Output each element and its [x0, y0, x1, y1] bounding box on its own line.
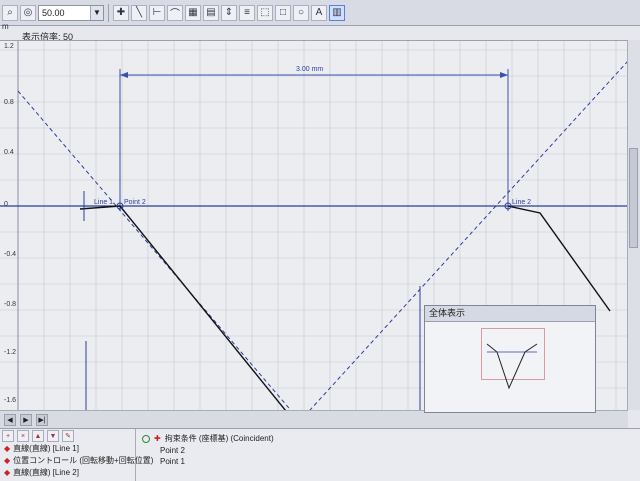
properties-header-label: 拘束条件 (座標基) (Coincident) [164, 434, 274, 443]
point2-label: Point 2 [124, 199, 146, 206]
constraint-icon: ✚ [154, 434, 161, 443]
arc-icon[interactable]: ⌒ [167, 4, 183, 21]
profile-segment-left[interactable] [79, 205, 290, 411]
vertical-scrollbar-thumb[interactable] [629, 148, 638, 248]
search-icon[interactable]: ⌕ [2, 4, 18, 21]
edit-icon[interactable]: ✎ [62, 430, 74, 442]
status-circle-icon [142, 435, 150, 443]
main-toolbar: ⌕ ◎ 50.00 ▼ ✚ ╲ ⊢ ⌒ ▦ ▤ ⇕ ≡ ⬚ □ ○ A ▥ [0, 0, 640, 26]
property-line: Point 2 [160, 446, 185, 455]
move-up-icon[interactable]: ▲ [32, 430, 44, 442]
bottom-panel: + × ▲ ▼ ✎ ◆ 直線(直線) [Line 1] ◆ 位置コントロール (… [0, 428, 640, 481]
cursor-icon[interactable]: ✚ [113, 4, 129, 21]
line-object-icon: ◆ [4, 468, 11, 477]
table-icon[interactable]: ▤ [203, 4, 219, 21]
properties-header[interactable]: ✚ 拘束条件 (座標基) (Coincident) [136, 429, 640, 445]
y-tick-label: -0.8 [4, 301, 17, 308]
overview-preview [486, 343, 538, 390]
tree-item[interactable]: ◆ 位置コントロール (回転移動+回転位置) [0, 455, 153, 467]
profile-segment-right[interactable] [507, 205, 611, 312]
tree-toolbar: + × ▲ ▼ ✎ [0, 429, 135, 443]
zoom-value: 50.00 [42, 7, 65, 18]
rect-icon[interactable]: □ [275, 4, 291, 21]
property-line: Point 1 [160, 457, 185, 466]
tree-item[interactable]: ◆ 直線(直線) [Line 1] [0, 443, 135, 455]
overview-title: 全体表示 [425, 306, 595, 322]
frame-icon[interactable]: ⬚ [257, 4, 273, 21]
tree-item-label: 直線(直線) [Line 2] [13, 468, 79, 477]
y-tick-label: -1.6 [4, 397, 17, 404]
scroll-left-icon[interactable]: ◀ [4, 413, 16, 426]
y-tick-label: -1.2 [4, 349, 17, 356]
y-tick-label: -0.4 [4, 251, 17, 258]
tree-item-label: 直線(直線) [Line 1] [13, 444, 79, 453]
grid-icon[interactable]: ▦ [185, 4, 201, 21]
y-tick-label: 0.8 [4, 99, 14, 106]
diagonal-line-left[interactable] [17, 90, 300, 411]
y-tick-label: 1.2 [4, 43, 14, 50]
line-object-icon: ◆ [4, 444, 11, 453]
control-object-icon: ◆ [4, 456, 11, 465]
play-icon[interactable]: ▶ [20, 413, 32, 426]
dimension-arrow-left [120, 72, 128, 78]
zoom-select[interactable]: 50.00 ▼ [38, 4, 104, 21]
y-tick-label: 0.4 [4, 149, 14, 156]
add-icon[interactable]: + [2, 430, 14, 442]
tree-item-label: 位置コントロール (回転移動+回転位置) [13, 456, 154, 465]
line2-label: Line 2 [512, 199, 531, 206]
dimension-arrow-right [500, 72, 508, 78]
line-icon[interactable]: ╲ [131, 4, 147, 21]
delete-icon[interactable]: × [17, 430, 29, 442]
move-down-icon[interactable]: ▼ [47, 430, 59, 442]
tree-item[interactable]: ◆ 直線(直線) [Line 2] [0, 467, 135, 479]
properties-panel: ✚ 拘束条件 (座標基) (Coincident) Point 2 Point … [136, 429, 640, 481]
object-tree-panel: + × ▲ ▼ ✎ ◆ 直線(直線) [Line 1] ◆ 位置コントロール (… [0, 429, 153, 481]
zoom-icon[interactable]: ◎ [20, 4, 36, 21]
toolbar-separator [108, 3, 109, 22]
dimension-label: 3.00 mm [296, 66, 323, 73]
line1-label: Line 1 [94, 199, 113, 206]
measure-icon[interactable]: ⇕ [221, 4, 237, 21]
overview-window[interactable]: 全体表示 [424, 305, 596, 413]
y-tick-label: 0 [4, 201, 8, 208]
align-icon[interactable]: ≡ [239, 4, 255, 21]
unit-label: m [2, 22, 9, 31]
chart-icon[interactable]: ▥ [329, 4, 345, 21]
text-icon[interactable]: A [311, 4, 327, 21]
overview-profile [486, 343, 538, 390]
vertical-scrollbar[interactable] [627, 40, 640, 410]
skip-icon[interactable]: ▶| [36, 413, 48, 426]
chevron-down-icon[interactable]: ▼ [90, 5, 103, 20]
circle-icon[interactable]: ○ [293, 4, 309, 21]
dimension-icon[interactable]: ⊢ [149, 4, 165, 21]
